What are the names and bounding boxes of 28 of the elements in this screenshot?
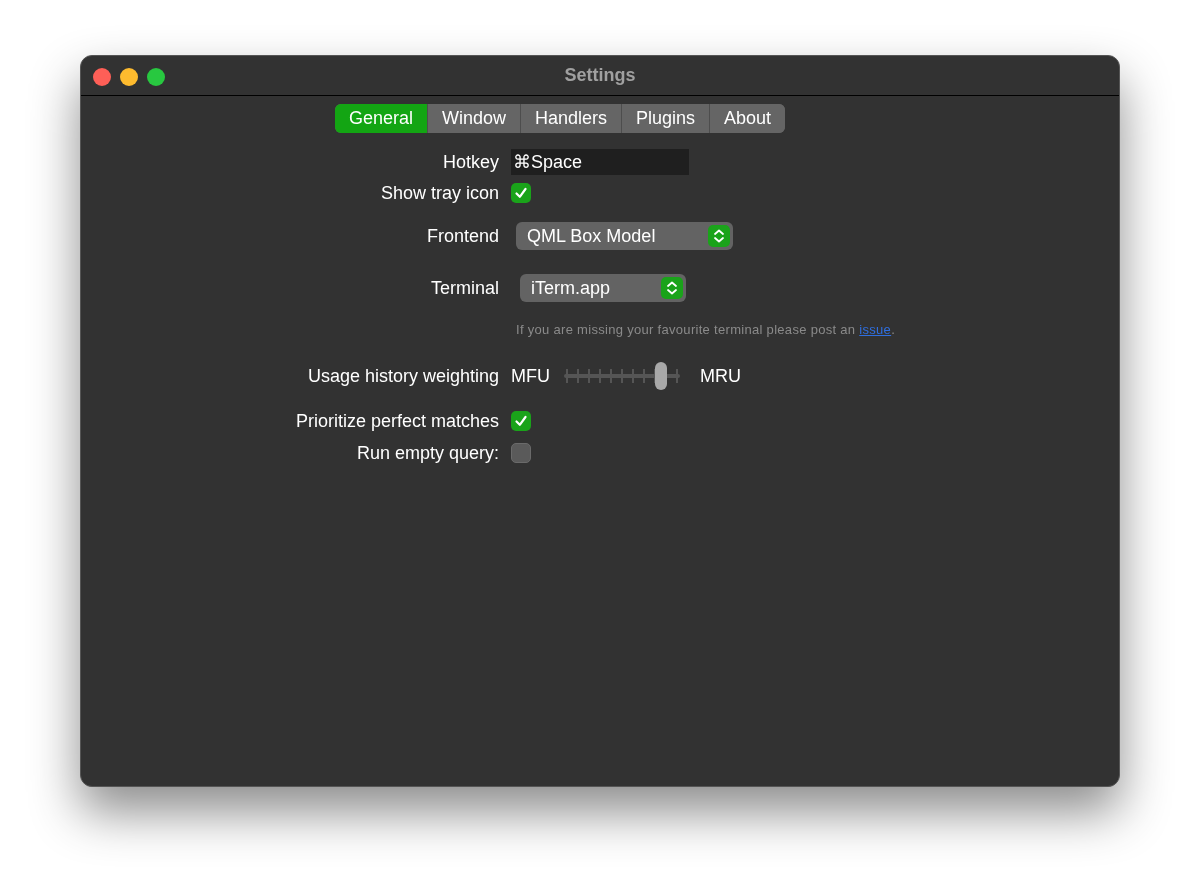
zoom-button[interactable] [147,68,165,86]
slider-track[interactable] [564,362,680,390]
checkbox[interactable] [511,443,531,463]
setting-label: Prioritize perfect matches [295,409,499,433]
setting-label: Show tray icon [380,181,499,205]
help-text: If you are missing your favourite terminal please post an issue. [516,321,896,340]
setting-label: Hotkey [442,150,499,174]
tab[interactable]: General [334,104,427,133]
chevron-updown-icon [708,225,730,247]
minimize-button[interactable] [120,68,138,86]
checkbox[interactable] [511,183,531,203]
setting-label: Run empty query: [356,441,499,465]
checkmark-icon [514,414,528,428]
max-label: MRU [700,364,741,388]
close-button[interactable] [93,68,111,86]
checkmark-icon [514,186,528,200]
min-label: MFU [511,364,550,388]
chevron-updown-icon [661,277,683,299]
setting-label: Terminal [430,276,499,300]
setting-label: Frontend [426,224,499,248]
checkbox[interactable] [511,411,531,431]
hotkey-field[interactable]: ⌘Space [511,149,689,175]
tab[interactable]: About [709,104,786,133]
dropdown[interactable]: QML Box Model [516,222,733,250]
setting-label: Usage history weighting [307,364,499,388]
dropdown[interactable]: iTerm.app [520,274,686,302]
slider-thumb[interactable] [655,362,668,390]
window-title: Settings [564,64,636,87]
